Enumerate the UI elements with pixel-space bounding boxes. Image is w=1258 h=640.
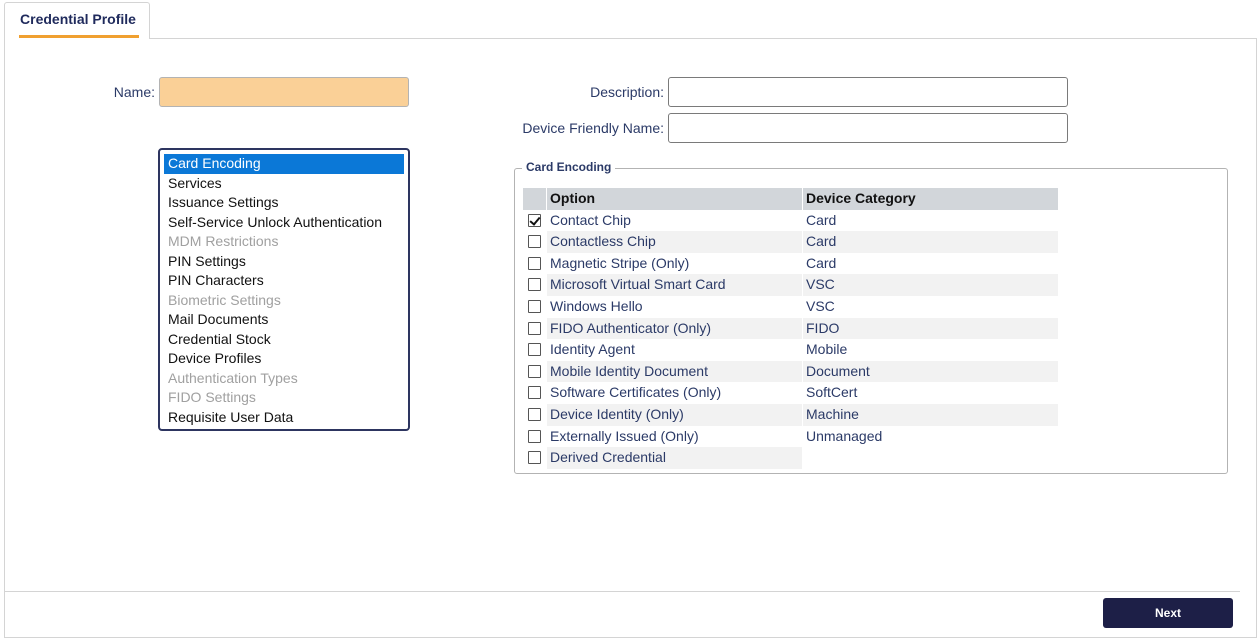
checkbox[interactable]	[528, 256, 541, 270]
device-category-cell: Unmanaged	[806, 427, 883, 444]
checkbox-cell	[523, 210, 546, 232]
table-row: Derived Credential	[523, 447, 1058, 469]
section-item-self-service-unlock-authentication[interactable]: Self-Service Unlock Authentication	[164, 213, 404, 233]
device-friendly-name-input[interactable]	[668, 113, 1068, 143]
tab-credential-profile[interactable]: Credential Profile	[4, 2, 150, 39]
section-item-services[interactable]: Services	[164, 174, 404, 194]
section-item-mdm-restrictions: MDM Restrictions	[168, 233, 279, 249]
name-input[interactable]	[159, 77, 409, 107]
section-item-requisite-user-data[interactable]: Requisite User Data	[164, 408, 404, 428]
option-cell: Mobile Identity Document	[547, 360, 802, 383]
checkbox-cell	[523, 426, 546, 448]
device-friendly-name-label: Device Friendly Name:	[522, 120, 664, 136]
checkbox[interactable]	[528, 278, 541, 292]
card-encoding-table: Option Device Category Contact Chip Card C…	[523, 188, 1058, 469]
option-cell: Derived Credential	[547, 447, 802, 469]
device-category-cell: Card	[803, 231, 1058, 253]
header-checkbox-cell	[523, 188, 546, 210]
device-category-cell	[803, 447, 1058, 469]
checkbox-cell	[523, 318, 546, 340]
checkbox-cell	[523, 296, 546, 318]
section-listbox[interactable]: Card Encoding Services Issuance Settings Se…	[158, 148, 410, 431]
checkbox-cell	[523, 382, 546, 404]
device-category-cell: Machine	[803, 403, 1058, 426]
description-label: Description:	[590, 84, 664, 100]
tab-bar: Credential Profile	[0, 0, 1258, 39]
checkbox[interactable]	[528, 407, 541, 421]
name-label: Name:	[113, 84, 155, 100]
table-row: Identity Agent Mobile	[523, 339, 1058, 361]
device-category-cell: VSC	[806, 297, 835, 314]
table-row: Windows Hello VSC	[523, 296, 1058, 318]
checkbox-checked[interactable]	[528, 213, 541, 227]
table-row: Contactless Chip Card	[523, 231, 1058, 253]
option-cell: Contact Chip	[550, 211, 631, 228]
section-item-credential-stock[interactable]: Credential Stock	[164, 330, 404, 350]
device-category-cell: Card	[806, 211, 837, 228]
section-item-device-profiles[interactable]: Device Profiles	[164, 349, 404, 369]
section-item-authentication-types: Authentication Types	[168, 369, 298, 386]
section-item-issuance-settings[interactable]: Issuance Settings	[164, 193, 404, 213]
next-button[interactable]: Next	[1103, 598, 1233, 628]
checkbox-cell	[523, 274, 546, 296]
option-cell: Identity Agent	[550, 341, 635, 358]
column-header-option: Option	[547, 188, 802, 210]
section-item-fido-settings: FIDO Settings	[168, 389, 256, 405]
option-cell: Externally Issued (Only)	[550, 427, 699, 444]
device-category-cell: VSC	[803, 274, 1058, 296]
device-category-cell: FIDO	[803, 317, 1058, 340]
section-item-card-encoding[interactable]: Card Encoding	[164, 154, 404, 174]
device-category-cell: Mobile	[806, 341, 848, 358]
checkbox[interactable]	[528, 386, 541, 400]
option-cell: Software Certificates (Only)	[550, 384, 722, 401]
option-cell: FIDO Authenticator (Only)	[547, 317, 802, 340]
section-item-biometric-settings: Biometric Settings	[168, 291, 281, 308]
device-category-cell: Card	[806, 254, 837, 271]
section-item-pin-characters[interactable]: PIN Characters	[164, 271, 404, 291]
checkbox[interactable]	[528, 343, 541, 357]
section-item-pin-settings[interactable]: PIN Settings	[164, 252, 404, 272]
table-row: Device Identity (Only) Machine	[523, 403, 1058, 426]
option-cell: Contactless Chip	[547, 231, 802, 253]
checkbox[interactable]	[528, 451, 541, 465]
option-cell: Magnetic Stripe (Only)	[550, 254, 690, 271]
checkbox[interactable]	[528, 364, 541, 378]
device-category-cell: SoftCert	[806, 384, 858, 401]
checkbox-cell	[523, 253, 546, 275]
column-header-device-category: Device Category	[803, 188, 1058, 210]
footer-divider	[5, 591, 1240, 592]
device-category-cell: Document	[803, 360, 1058, 383]
checkbox-cell	[523, 231, 546, 253]
checkbox-cell	[523, 361, 546, 383]
active-tab-indicator	[19, 35, 139, 38]
checkbox-cell	[523, 404, 546, 426]
tab-label: Credential Profile	[20, 11, 136, 27]
table-row: FIDO Authenticator (Only) FIDO	[523, 317, 1058, 340]
card-encoding-legend: Card Encoding	[522, 160, 616, 174]
table-row: Mobile Identity Document Document	[523, 360, 1058, 383]
option-cell: Windows Hello	[550, 297, 643, 314]
option-cell: Device Identity (Only)	[547, 403, 802, 426]
checkbox[interactable]	[528, 299, 541, 313]
checkbox[interactable]	[528, 429, 541, 443]
description-input[interactable]	[668, 77, 1068, 107]
section-item-mail-documents[interactable]: Mail Documents	[164, 310, 404, 330]
checkbox-cell	[523, 339, 546, 361]
checkbox[interactable]	[528, 235, 541, 249]
table-row: Software Certificates (Only) SoftCert	[523, 382, 1058, 404]
checkbox-cell	[523, 447, 546, 469]
checkbox[interactable]	[528, 321, 541, 335]
table-row: Contact Chip Card	[523, 210, 1058, 232]
table-row: Microsoft Virtual Smart Card VSC	[523, 274, 1058, 296]
table-header-row: Option Device Category	[523, 188, 1058, 210]
option-cell: Microsoft Virtual Smart Card	[547, 274, 802, 296]
table-row: Externally Issued (Only) Unmanaged	[523, 426, 1058, 448]
table-row: Magnetic Stripe (Only) Card	[523, 253, 1058, 275]
